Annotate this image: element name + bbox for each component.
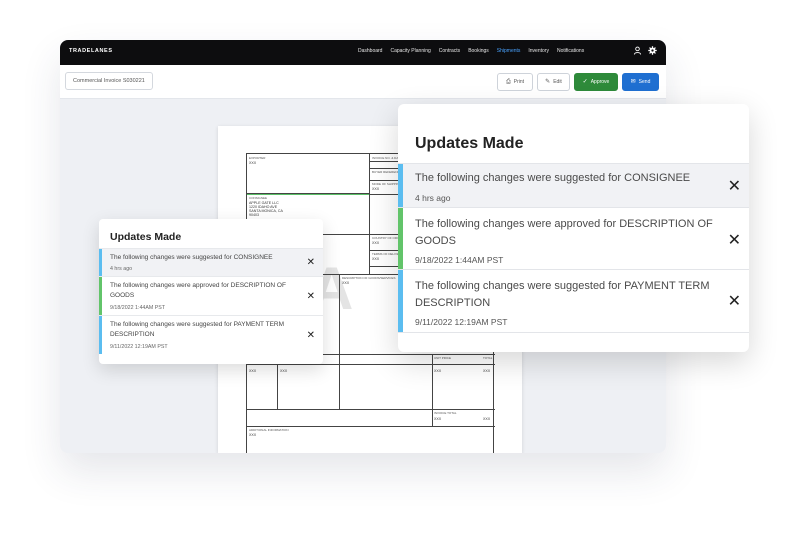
- update-time: 4 hrs ago: [415, 193, 451, 203]
- close-icon[interactable]: ✕: [728, 179, 741, 195]
- update-message: The following changes were approved for …: [110, 282, 286, 299]
- nav-capacity-planning[interactable]: Capacity Planning: [390, 48, 430, 54]
- consignee-label: CONSIGNEE: [249, 196, 268, 200]
- nav-links: Dashboard Capacity Planning Contracts Bo…: [358, 48, 592, 54]
- print-button[interactable]: ⎙ Print: [497, 73, 533, 91]
- invoice-total-value: XXX: [434, 417, 442, 421]
- brand-logo[interactable]: TRADELANES: [69, 48, 113, 54]
- row-value-4: XXX: [483, 369, 491, 373]
- close-icon[interactable]: ✕: [728, 294, 741, 310]
- update-message: The following changes were suggested for…: [415, 280, 710, 309]
- top-nav: TRADELANES Dashboard Capacity Planning C…: [60, 40, 666, 65]
- user-icon[interactable]: [632, 46, 642, 56]
- update-message: The following changes were suggested for…: [110, 254, 273, 261]
- update-item[interactable]: The following changes were suggested for…: [99, 315, 323, 354]
- check-icon: ✓: [582, 79, 588, 85]
- update-item[interactable]: The following changes were approved for …: [398, 207, 749, 269]
- nav-dashboard[interactable]: Dashboard: [358, 48, 382, 54]
- update-status-bar: [99, 249, 102, 276]
- consignee-address-line-4: 90403: [249, 213, 259, 217]
- nav-shipments[interactable]: Shipments: [497, 48, 521, 54]
- exporter-value: XXX: [249, 161, 257, 165]
- additional-info-label: ADDITIONAL INFORMATION: [249, 428, 289, 432]
- mail-icon: ✉: [630, 79, 636, 85]
- description-value: XXX: [342, 281, 350, 285]
- approve-button[interactable]: ✓ Approve: [574, 73, 618, 91]
- updates-panel-title: Updates Made: [110, 231, 182, 243]
- send-label: Send: [638, 79, 651, 85]
- close-icon[interactable]: ✕: [307, 258, 315, 268]
- update-message: The following changes were approved for …: [415, 218, 713, 247]
- row-value-3: XXX: [434, 369, 442, 373]
- nav-bookings[interactable]: Bookings: [468, 48, 489, 54]
- update-message: The following changes were suggested for…: [110, 321, 285, 338]
- updates-panel-large: Updates Made The following changes were …: [398, 104, 749, 352]
- update-time: 9/18/2022 1:44AM PST: [110, 305, 166, 311]
- additional-info-value: XXX: [249, 433, 257, 437]
- row-value-1: XXX: [249, 369, 257, 373]
- nav-notifications[interactable]: Notifications: [557, 48, 584, 54]
- print-icon: ⎙: [505, 79, 511, 85]
- mode-of-shipping-value: XXX: [372, 187, 380, 191]
- close-icon[interactable]: ✕: [307, 331, 315, 341]
- update-time: 9/18/2022 1:44AM PST: [415, 255, 504, 265]
- invoice-total-label: INVOICE TOTAL: [434, 411, 457, 415]
- updates-panel-small: Updates Made The following changes were …: [99, 219, 323, 364]
- unit-price-label: UNIT PRICE: [434, 356, 451, 360]
- country-of-origin-value: XXX: [372, 241, 380, 245]
- gear-icon[interactable]: [647, 46, 657, 56]
- edit-button[interactable]: ✎ Edit: [537, 73, 570, 91]
- update-status-bar: [99, 277, 102, 315]
- mode-of-shipping-label: MODE OF SHIPPING: [372, 182, 402, 186]
- update-item[interactable]: The following changes were approved for …: [99, 276, 323, 315]
- row-value-2: XXX: [280, 369, 288, 373]
- close-icon[interactable]: ✕: [307, 292, 315, 302]
- updates-panel-title: Updates Made: [415, 135, 524, 152]
- update-time: 9/11/2022 12:19AM PST: [415, 317, 508, 327]
- edit-icon: ✎: [545, 79, 551, 85]
- total-label: TOTAL: [483, 356, 493, 360]
- send-button[interactable]: ✉ Send: [622, 73, 659, 91]
- update-item[interactable]: The following changes were suggested for…: [398, 269, 749, 332]
- update-item[interactable]: The following changes were suggested for…: [398, 163, 749, 207]
- approve-label: Approve: [590, 79, 610, 85]
- close-icon[interactable]: ✕: [728, 233, 741, 249]
- document-toolbar: Commercial Invoice S030221 ⎙ Print ✎ Edit …: [60, 65, 666, 99]
- print-label: Print: [513, 79, 525, 85]
- update-item[interactable]: The following changes were suggested for…: [99, 248, 323, 276]
- terms-of-delivery-value: XXX: [372, 257, 380, 261]
- grand-total-value: XXX: [483, 417, 491, 421]
- update-status-bar: [398, 164, 403, 207]
- update-status-bar: [398, 270, 403, 332]
- nav-contracts[interactable]: Contracts: [439, 48, 460, 54]
- marketing-stage: TRADELANES Dashboard Capacity Planning C…: [0, 0, 809, 533]
- update-message: The following changes were suggested for…: [415, 172, 691, 184]
- update-time: 4 hrs ago: [110, 266, 133, 272]
- update-time: 9/11/2022 12:19AM PST: [110, 344, 168, 350]
- list-divider: [398, 332, 749, 333]
- update-status-bar: [99, 316, 102, 354]
- description-label: DESCRIPTION OF GOODS/SERVICES: [342, 276, 396, 280]
- edit-label: Edit: [553, 79, 562, 85]
- update-status-bar: [398, 208, 403, 269]
- nav-inventory[interactable]: Inventory: [528, 48, 549, 54]
- exporter-label: EXPORTER: [249, 156, 266, 160]
- document-name-field[interactable]: Commercial Invoice S030221: [65, 72, 153, 90]
